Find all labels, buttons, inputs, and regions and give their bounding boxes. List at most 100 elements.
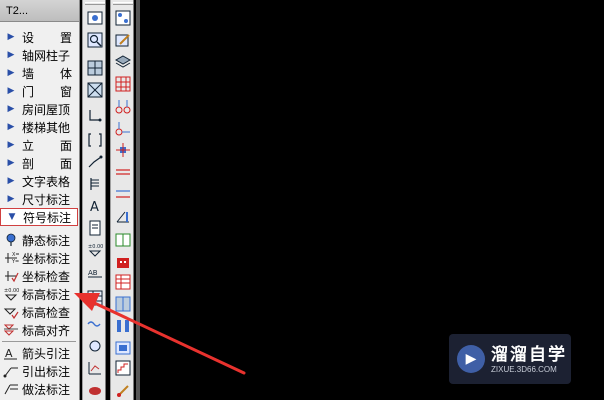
watermark-url: ZIXUE.3D66.COM — [491, 364, 557, 374]
grid-settings-icon[interactable] — [113, 8, 133, 28]
menu-label: 符号标注 — [23, 210, 72, 225]
submenu-static-annotation[interactable]: 静态标注 — [0, 231, 78, 249]
menu-label: 楼梯其他 — [22, 120, 71, 135]
play-logo-icon: ▶ — [457, 345, 485, 373]
camera-view-icon[interactable] — [85, 8, 105, 28]
coordinate-check-icon — [0, 268, 22, 284]
submenu-elevation-align[interactable]: 标高对齐 — [0, 321, 78, 339]
text-a-icon[interactable]: A — [85, 196, 105, 216]
expand-arrow-icon: ▶ — [7, 50, 15, 60]
submenu-coordinate-check[interactable]: 坐标检查 — [0, 267, 78, 285]
table-grid-icon[interactable] — [113, 272, 133, 292]
window-icon[interactable] — [85, 58, 105, 78]
toolbar-right — [110, 0, 134, 400]
submenu-elevation-annotation[interactable]: ±0.00 标高标注 — [0, 285, 78, 303]
menu-item-stairs-other[interactable]: ▶ 楼梯其他 — [0, 118, 78, 136]
magnify-icon[interactable] — [85, 30, 105, 50]
polyline-icon[interactable] — [85, 106, 105, 126]
flag-icon[interactable] — [85, 174, 105, 194]
window-frame-icon[interactable] — [113, 230, 133, 250]
expand-arrow-icon: ▶ — [7, 176, 15, 186]
wall-line-icon[interactable] — [113, 162, 133, 182]
menu-label: 门 — [22, 84, 35, 99]
submenu-elevation-check[interactable]: 标高检查 — [0, 303, 78, 321]
expand-arrow-icon: ▶ — [7, 86, 15, 96]
wave-icon[interactable] — [85, 312, 105, 332]
column-insert-icon[interactable] — [113, 140, 133, 160]
door-swing-icon[interactable] — [113, 206, 133, 226]
menu-label: 面 — [59, 156, 72, 171]
brush-icon[interactable] — [113, 380, 133, 400]
expand-arrow-icon: ▶ — [7, 122, 15, 132]
axis-number-icon[interactable] — [113, 96, 133, 116]
axis-marker-icon[interactable] — [113, 118, 133, 138]
menu-label: 尺寸标注 — [22, 192, 71, 207]
red-building-icon[interactable] — [113, 252, 133, 272]
submenu-label: 标高检查 — [22, 305, 71, 320]
panel-title[interactable]: T2... — [0, 0, 79, 22]
toolbar-grip[interactable] — [113, 2, 133, 5]
elevation-tool-icon[interactable]: ±0.00 — [85, 240, 105, 260]
menu-label: 窗 — [59, 84, 72, 99]
expand-arrow-icon: ▶ — [7, 140, 15, 150]
svg-text:±0.00: ±0.00 — [88, 244, 103, 250]
svg-text:±0.00: ±0.00 — [4, 288, 19, 294]
menu-item-section[interactable]: ▶ 剖 面 — [0, 154, 78, 172]
red-grid-icon[interactable] — [113, 74, 133, 94]
menu-item-room-roof[interactable]: ▶ 房间屋顶 — [0, 100, 78, 118]
curve-icon[interactable] — [85, 152, 105, 172]
expand-arrow-icon: ▶ — [7, 68, 15, 78]
menu-item-wall[interactable]: ▶ 墙 体 — [0, 64, 78, 82]
leader-note-icon — [0, 363, 22, 379]
tangent-menu-panel: T2... ▶ 设 置 ▶ 轴网柱子 ▶ 墙 体 ▶ 门 窗 ▶ 房间屋顶 ▶ 楼梯其… — [0, 0, 80, 400]
stair-icon[interactable] — [113, 358, 133, 378]
menu-item-axis-column[interactable]: ▶ 轴网柱子 — [0, 46, 78, 64]
submenu-label: 坐标标注 — [22, 251, 71, 266]
toolbar-left: A ±0.00 AB — [82, 0, 106, 400]
svg-text:Y=: Y= — [11, 259, 19, 265]
circle-tool-icon[interactable] — [85, 336, 105, 356]
elevation-check-icon — [0, 304, 22, 320]
eye-icon[interactable] — [85, 380, 105, 400]
chart-tool-icon[interactable] — [85, 358, 105, 378]
submenu-label: 坐标检查 — [22, 269, 71, 284]
edit-pencil-icon[interactable] — [113, 30, 133, 50]
arrow-note-icon: A — [0, 345, 22, 361]
expand-arrow-icon: ▶ — [7, 32, 15, 42]
menu-label: 文字表格 — [22, 174, 71, 189]
submenu-arrow-note[interactable]: A 箭头引注 — [0, 344, 78, 362]
submenu-coordinate-annotation[interactable]: X= Y= 坐标标注 — [0, 249, 78, 267]
panel-icon[interactable] — [113, 294, 133, 314]
menu-label: 墙 — [22, 66, 35, 81]
menu-label: 剖 — [22, 156, 35, 171]
menu-item-door-window[interactable]: ▶ 门 窗 — [0, 82, 78, 100]
column-pair-icon[interactable] — [113, 316, 133, 336]
toolbar-grip[interactable] — [85, 2, 105, 5]
menu-item-elevation-view[interactable]: ▶ 立 面 — [0, 136, 78, 154]
expand-arrow-icon: ▶ — [7, 194, 15, 204]
svg-text:A: A — [90, 200, 99, 214]
menu-item-settings[interactable]: ▶ 设 置 — [0, 28, 78, 46]
menu-item-dimension[interactable]: ▶ 尺寸标注 — [0, 190, 78, 208]
menu-item-symbol-annotation[interactable]: ▼ 符号标注 — [0, 208, 78, 226]
wall-offset-icon[interactable] — [113, 184, 133, 204]
document-icon[interactable] — [85, 218, 105, 238]
submenu-leader-note[interactable]: 引出标注 — [0, 362, 78, 380]
watermark-badge: ▶ 溜溜自学 ZIXUE.3D66.COM — [449, 334, 571, 384]
ab-text-icon[interactable]: AB — [85, 262, 105, 282]
menu-label: 房间屋顶 — [22, 102, 71, 117]
submenu-method-note[interactable]: 做法标注 — [0, 380, 78, 398]
bracket-icon[interactable] — [85, 130, 105, 150]
toolbar-splitter[interactable] — [136, 0, 140, 400]
layers-icon[interactable] — [113, 52, 133, 72]
frame-icon[interactable] — [85, 80, 105, 100]
svg-text:X=: X= — [12, 252, 19, 258]
expand-arrow-icon: ▶ — [7, 158, 15, 168]
menu-label: 轴网柱子 — [22, 48, 71, 63]
svg-text:A: A — [5, 347, 13, 360]
submenu-label: 标高标注 — [22, 287, 71, 302]
grid-table-icon[interactable] — [85, 288, 105, 308]
submenu-divider — [2, 341, 76, 342]
frame-pair-icon[interactable] — [113, 338, 133, 358]
menu-item-text-table[interactable]: ▶ 文字表格 — [0, 172, 78, 190]
